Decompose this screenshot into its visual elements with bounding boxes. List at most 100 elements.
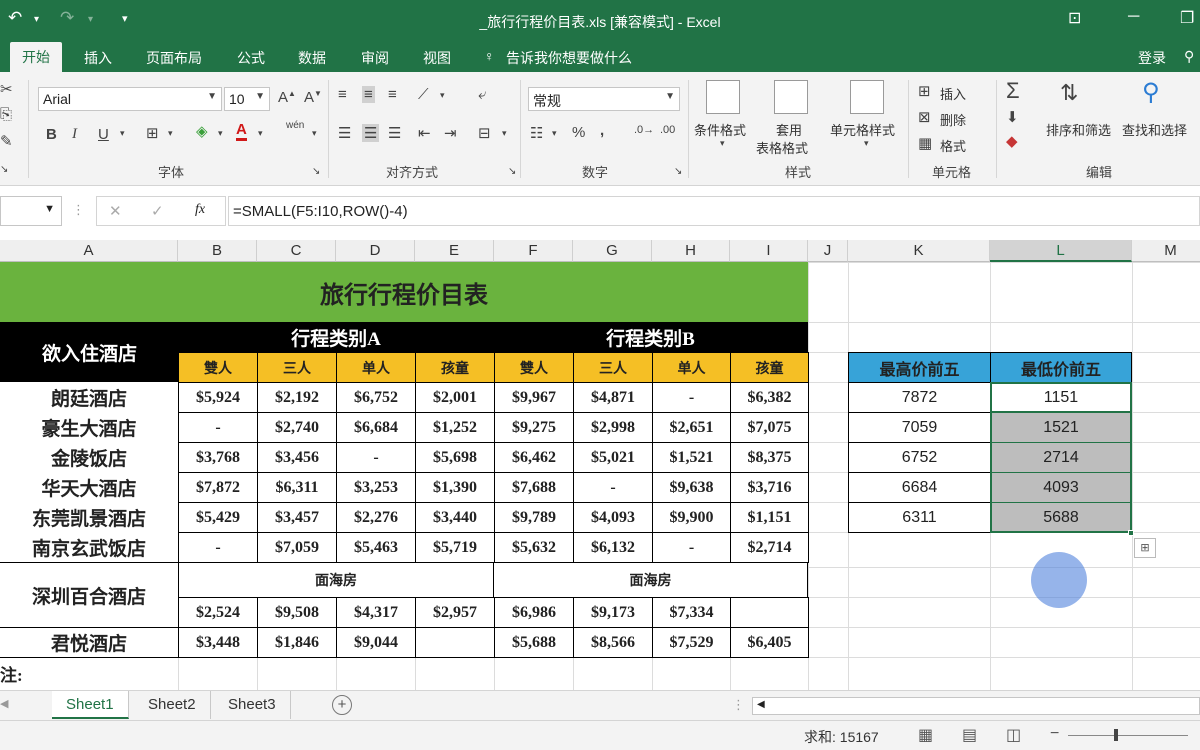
insert-function-icon[interactable]: fx <box>195 202 205 218</box>
price-cell[interactable]: $7,334 <box>652 597 731 628</box>
price-cell[interactable]: $2,192 <box>257 382 337 413</box>
hotel-name[interactable]: 豪生大酒店 <box>0 412 179 443</box>
hotel-name[interactable]: 朗廷酒店 <box>0 382 179 413</box>
price-cell[interactable]: $5,698 <box>415 442 495 473</box>
sheet-tab-1[interactable]: Sheet1 <box>52 691 129 719</box>
price-cell[interactable]: $1,390 <box>415 472 495 503</box>
price-cell[interactable]: $4,093 <box>573 502 653 533</box>
price-cell[interactable] <box>730 597 809 628</box>
sub-header[interactable]: 三人 <box>573 352 653 383</box>
price-cell[interactable]: $2,740 <box>257 412 337 443</box>
phonetic-icon[interactable]: wén <box>286 120 304 131</box>
format-as-table-button[interactable]: 表格格式 <box>756 138 808 157</box>
align-center-icon[interactable]: ☰ <box>362 124 380 142</box>
price-cell[interactable]: $7,529 <box>652 627 731 658</box>
price-cell[interactable]: $2,714 <box>730 532 809 563</box>
min-value-cell[interactable]: 4093 <box>990 472 1132 503</box>
delete-cells-icon[interactable]: ⊠ <box>918 108 931 126</box>
price-cell[interactable]: $5,688 <box>494 627 574 658</box>
sub-header[interactable]: 雙人 <box>494 352 574 383</box>
price-cell[interactable]: $9,275 <box>494 412 574 443</box>
price-cell[interactable]: $8,566 <box>573 627 653 658</box>
conditional-formatting-button[interactable]: 条件格式 <box>694 120 746 139</box>
price-cell[interactable]: $9,044 <box>336 627 416 658</box>
cut-icon[interactable]: ✂ <box>0 80 13 98</box>
column-header-E[interactable]: E <box>415 240 494 262</box>
alignment-launcher-icon[interactable]: ↘ <box>508 166 516 177</box>
chevron-down-icon[interactable]: ▾ <box>502 128 507 139</box>
sheet-title[interactable]: 旅行行程价目表 <box>0 262 808 322</box>
zoom-slider[interactable] <box>1068 729 1188 741</box>
column-header-H[interactable]: H <box>652 240 730 262</box>
increase-font-icon[interactable]: A▲ <box>278 89 296 106</box>
format-as-table-label-1[interactable]: 套用 <box>776 120 802 139</box>
min-value-cell[interactable]: 1151 <box>990 382 1132 413</box>
align-middle-icon[interactable]: ≡ <box>362 86 375 103</box>
font-launcher-icon[interactable]: ↘ <box>312 166 320 177</box>
font-size-box[interactable]: 10 ▼ <box>224 87 270 111</box>
number-launcher-icon[interactable]: ↘ <box>674 166 682 177</box>
price-cell[interactable]: $5,924 <box>178 382 258 413</box>
decrease-font-icon[interactable]: A▼ <box>304 89 322 106</box>
align-top-icon[interactable]: ≡ <box>338 86 347 103</box>
sub-header[interactable]: 三人 <box>257 352 337 383</box>
add-sheet-icon[interactable]: + <box>332 695 352 715</box>
price-cell[interactable]: - <box>652 532 731 563</box>
price-cell[interactable]: $3,716 <box>730 472 809 503</box>
price-cell[interactable]: $2,651 <box>652 412 731 443</box>
price-cell[interactable]: $7,059 <box>257 532 337 563</box>
category-b-header[interactable]: 行程类别B <box>493 322 808 353</box>
cancel-icon[interactable]: ✕ <box>109 202 122 220</box>
hotel-name[interactable]: 东莞凯景酒店 <box>0 502 179 533</box>
price-cell[interactable]: $3,253 <box>336 472 416 503</box>
sea-view-label[interactable]: 面海房 <box>493 562 808 598</box>
login-link[interactable]: 登录 <box>1138 48 1166 68</box>
price-cell[interactable]: $7,872 <box>178 472 258 503</box>
accounting-format-icon[interactable]: ☷ <box>530 124 543 142</box>
clipboard-launcher-icon[interactable]: ↘ <box>0 164 8 175</box>
hotel-name[interactable]: 君悦酒店 <box>0 627 179 658</box>
page-layout-view-icon[interactable]: ▤ <box>962 725 977 745</box>
chevron-down-icon[interactable]: ▼ <box>44 203 55 215</box>
max-top5-header[interactable]: 最高价前五 <box>848 352 991 383</box>
price-cell[interactable]: $5,021 <box>573 442 653 473</box>
hotel-name[interactable]: 南京玄武饭店 <box>0 532 179 563</box>
enter-icon[interactable]: ✓ <box>151 202 164 220</box>
max-value-cell[interactable]: 7872 <box>848 382 991 413</box>
comma-style-icon[interactable]: , <box>600 122 604 139</box>
worksheet-grid[interactable]: 旅行行程价目表 欲入住酒店 行程类别A 行程类别B 雙人 三人 单人 孩童 雙人 三人 单人 孩童 朗廷… <box>0 262 1200 690</box>
price-cell[interactable]: $6,132 <box>573 532 653 563</box>
max-value-cell[interactable]: 7059 <box>848 412 991 443</box>
tab-home[interactable]: 开始 <box>10 42 62 72</box>
price-cell[interactable]: - <box>652 382 731 413</box>
search-icon[interactable]: ⚲ <box>1142 78 1160 107</box>
tab-page-layout[interactable]: 页面布局 <box>146 48 202 68</box>
tell-me-input[interactable]: 告诉我你想要做什么 <box>506 48 632 68</box>
tab-view[interactable]: 视图 <box>423 48 451 68</box>
price-cell[interactable]: $2,276 <box>336 502 416 533</box>
chevron-down-icon[interactable]: ▾ <box>440 90 445 101</box>
align-right-icon[interactable]: ☰ <box>388 124 401 142</box>
hotel-header[interactable]: 欲入住酒店 <box>0 322 179 382</box>
zoom-out-icon[interactable]: − <box>1050 725 1059 743</box>
font-name-box[interactable]: Arial ▼ <box>38 87 222 111</box>
price-cell[interactable]: $6,684 <box>336 412 416 443</box>
chevron-down-icon[interactable]: ▾ <box>168 128 173 139</box>
column-header-K[interactable]: K <box>848 240 990 262</box>
chevron-down-icon[interactable]: ▾ <box>552 128 557 139</box>
price-cell[interactable]: $3,448 <box>178 627 258 658</box>
price-cell[interactable]: $9,638 <box>652 472 731 503</box>
tab-data[interactable]: 数据 <box>298 48 326 68</box>
font-color-icon[interactable]: A <box>236 122 247 141</box>
autosum-icon[interactable]: Σ <box>1006 78 1020 104</box>
hotel-name[interactable]: 金陵饭店 <box>0 442 179 473</box>
price-cell[interactable] <box>415 627 495 658</box>
price-cell[interactable]: - <box>336 442 416 473</box>
chevron-down-icon[interactable]: ▾ <box>258 128 263 139</box>
price-cell[interactable]: $1,252 <box>415 412 495 443</box>
format-cells-icon[interactable]: ▦ <box>918 134 932 152</box>
underline-button[interactable]: U <box>98 126 109 143</box>
formula-input[interactable]: =SMALL(F5:I10,ROW()-4) <box>228 196 1200 226</box>
chevron-down-icon[interactable]: ▾ <box>120 128 125 139</box>
fill-color-icon[interactable]: ◈ <box>196 122 208 140</box>
